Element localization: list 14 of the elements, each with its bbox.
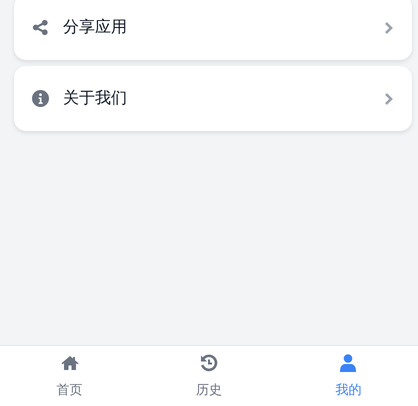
share-icon	[32, 19, 49, 36]
tab[interactable]: 历史	[139, 346, 279, 406]
tab[interactable]: 首页	[0, 346, 140, 406]
tab[interactable]: 我的	[278, 346, 418, 406]
chevron-right-icon	[384, 92, 394, 106]
menu-label: 关于我们	[63, 88, 128, 109]
user-icon	[339, 354, 358, 372]
info-icon	[32, 90, 49, 107]
menu-item[interactable]: 关于我们	[14, 66, 412, 131]
menu-item[interactable]: 分享应用	[14, 0, 412, 60]
history-icon	[200, 354, 218, 372]
home-icon	[60, 354, 79, 372]
chevron-right-icon	[384, 20, 394, 34]
menu-label: 分享应用	[63, 17, 128, 38]
